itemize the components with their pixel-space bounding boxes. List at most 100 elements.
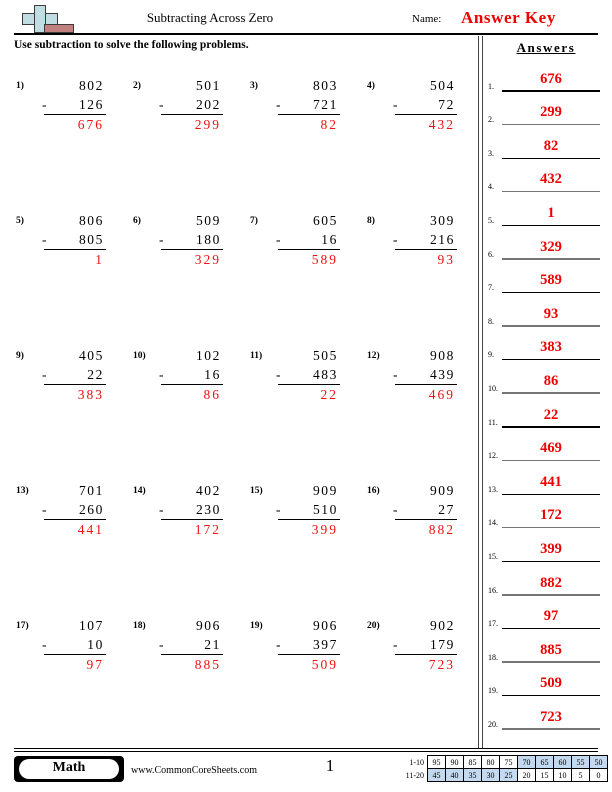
problem-number: 16) — [367, 486, 380, 496]
answer-value: 172 — [540, 507, 562, 524]
answer-value: 383 — [540, 339, 562, 356]
minuend-value: 107 — [78, 618, 104, 633]
problem-number: 11) — [250, 351, 263, 361]
problem-number: 9) — [16, 351, 24, 361]
minus-operator-icon: - — [42, 232, 49, 247]
minuend-value: 902 — [429, 618, 455, 633]
minus-operator-icon: - — [393, 502, 400, 517]
problem-item: 11) 505 -483 22 — [242, 342, 358, 422]
answer-index: 3. — [488, 148, 494, 158]
answer-index: 14. — [488, 518, 498, 528]
minuend-value: 402 — [195, 483, 221, 498]
problem-stack: 501 -202 299 — [159, 76, 225, 134]
score-cell: 25 — [499, 768, 518, 782]
minuend-value: 501 — [195, 78, 221, 93]
answer-index: 9. — [488, 350, 494, 360]
problem-number: 12) — [367, 351, 380, 361]
minus-operator-icon: - — [393, 232, 400, 247]
answer-row: 3. 82 — [488, 125, 604, 159]
problem-row: 17) 107 -10 97 18) 906 -21 885 19) 906 -397 509 20) 9… — [8, 612, 474, 747]
problem-answer: 885 — [194, 657, 221, 673]
minuend-value: 605 — [312, 213, 338, 228]
answer-index: 11. — [488, 417, 498, 427]
problem-item: 15) 909 -510 399 — [242, 477, 358, 557]
problem-answer: 432 — [428, 117, 455, 133]
minus-operator-icon: - — [393, 367, 400, 382]
minuend-value: 701 — [78, 483, 104, 498]
problem-number: 2) — [133, 81, 141, 91]
problem-stack: 102 -16 86 — [159, 346, 225, 404]
problem-answer: 882 — [428, 522, 455, 538]
minuend-value: 509 — [195, 213, 221, 228]
minuend-value: 906 — [195, 618, 221, 633]
problem-number: 19) — [250, 621, 263, 631]
answer-index: 13. — [488, 484, 498, 494]
answer-index: 8. — [488, 316, 494, 326]
answer-index: 19. — [488, 686, 498, 696]
minus-operator-icon: - — [276, 502, 283, 517]
problem-answer: 172 — [194, 522, 221, 538]
problem-row: 1) 802 -126 676 2) 501 -202 299 3) 803 -721 82 4) 504… — [8, 72, 474, 207]
minuend-value: 908 — [429, 348, 455, 363]
minus-operator-icon: - — [42, 637, 49, 652]
minus-operator-icon: - — [276, 232, 283, 247]
answer-row: 2. 299 — [488, 92, 604, 126]
subtrahend-value: -126 — [42, 97, 104, 112]
problem-stack: 402 -230 172 — [159, 481, 225, 539]
problem-answer: 22 — [320, 387, 338, 403]
answer-row: 14. 172 — [488, 495, 604, 529]
problem-item: 8) 309 -216 93 — [359, 207, 475, 287]
subtrahend-value: -439 — [393, 367, 455, 382]
footer-rule-bottom — [14, 751, 598, 753]
problem-number: 18) — [133, 621, 146, 631]
score-cell: 65 — [535, 755, 554, 769]
score-cell: 90 — [445, 755, 464, 769]
score-cell: 80 — [481, 755, 500, 769]
problem-number: 13) — [16, 486, 29, 496]
answer-row: 5. 1 — [488, 192, 604, 226]
subtrahend-value: -21 — [159, 637, 221, 652]
score-cell: 20 — [517, 768, 536, 782]
score-row-label: 11-20 — [405, 770, 424, 780]
subtrahend-value: -179 — [393, 637, 455, 652]
problem-number: 7) — [250, 216, 258, 226]
problem-stack: 806 -805 1 — [42, 211, 108, 269]
answer-value: 329 — [540, 238, 562, 255]
problem-item: 14) 402 -230 172 — [125, 477, 241, 557]
page-number: 1 — [325, 756, 335, 775]
problem-answer: 86 — [203, 387, 221, 403]
subtrahend-value: -27 — [393, 502, 455, 517]
problem-stack: 908 -439 469 — [393, 346, 459, 404]
subtrahend-value: -397 — [276, 637, 338, 652]
minuend-value: 806 — [78, 213, 104, 228]
answer-index: 5. — [488, 215, 494, 225]
problem-number: 5) — [16, 216, 24, 226]
answer-index: 12. — [488, 451, 498, 461]
answer-index: 15. — [488, 551, 498, 561]
problem-answer: 469 — [428, 387, 455, 403]
answer-index: 1. — [488, 81, 494, 91]
problem-stack: 909 -27 882 — [393, 481, 459, 539]
minus-operator-icon: - — [159, 502, 166, 517]
score-cell: 75 — [499, 755, 518, 769]
answer-row: 16. 882 — [488, 562, 604, 596]
problem-number: 6) — [133, 216, 141, 226]
problem-answer: 329 — [194, 252, 221, 268]
problem-stack: 803 -721 82 — [276, 76, 342, 134]
minus-operator-icon: - — [393, 637, 400, 652]
answer-blank-line — [502, 728, 600, 730]
answer-row: 9. 383 — [488, 327, 604, 361]
subtrahend-value: -216 — [393, 232, 455, 247]
score-cell: 50 — [589, 755, 608, 769]
problem-answer: 1 — [95, 252, 104, 268]
answer-index: 10. — [488, 383, 498, 393]
score-row-11-20: 11-20 45 40 35 30 25 20 15 10 5 0 — [398, 768, 608, 782]
answer-value: 1 — [547, 204, 555, 221]
subtrahend-value: -260 — [42, 502, 104, 517]
problems-grid: 1) 802-126 676 2) 501-202 299 3) 803-721 82 4) 504… — [8, 72, 474, 747]
problem-answer: 399 — [311, 522, 338, 538]
problem-item: 4) 504 -72 432 — [359, 72, 475, 152]
problem-answer: 97 — [86, 657, 104, 673]
subtrahend-value: -72 — [393, 97, 455, 112]
minuend-value: 102 — [195, 348, 221, 363]
